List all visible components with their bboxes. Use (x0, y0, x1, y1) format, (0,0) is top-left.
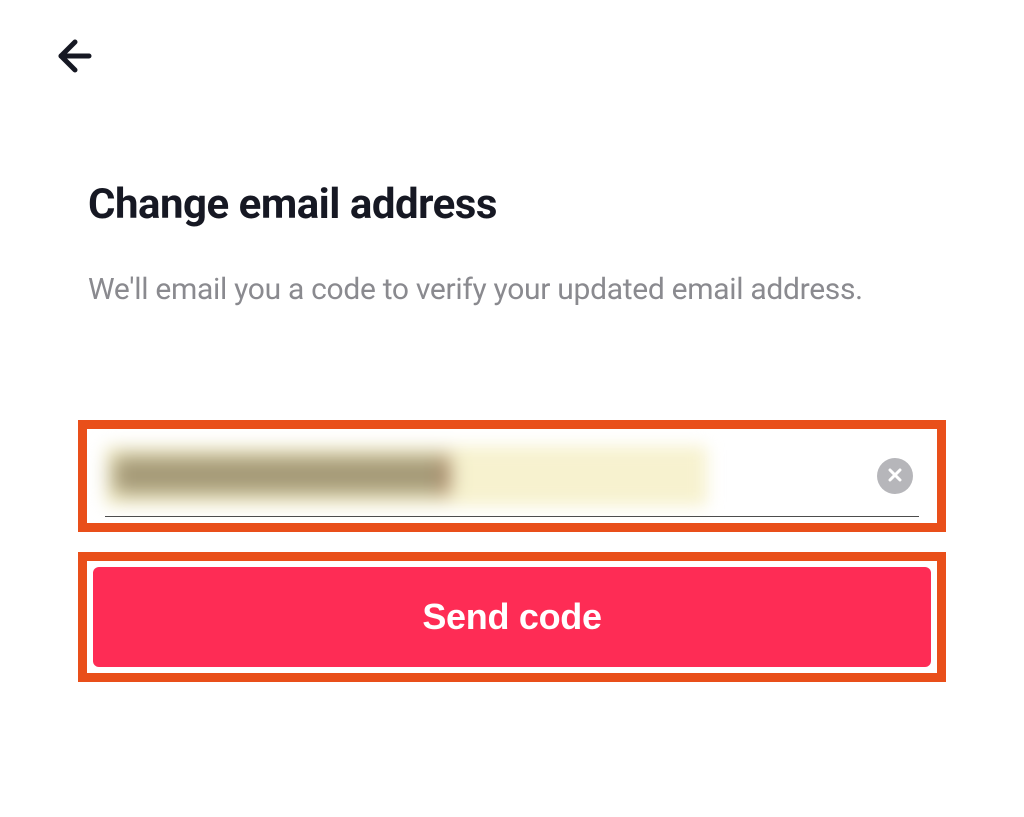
send-button-highlight: Send code (78, 552, 946, 682)
send-code-button[interactable]: Send code (93, 567, 931, 667)
back-button[interactable] (48, 32, 98, 82)
input-underline (105, 516, 919, 517)
send-code-label: Send code (422, 596, 601, 638)
email-input-row (105, 441, 919, 511)
page-subtitle: We'll email you a code to verify your up… (88, 267, 936, 312)
email-input-highlight (78, 420, 946, 532)
text-cursor (442, 458, 445, 494)
content-area: Change email address We'll email you a c… (88, 180, 936, 312)
email-input[interactable] (105, 446, 707, 506)
arrow-left-icon (51, 34, 95, 81)
page-title: Change email address (88, 180, 936, 229)
close-icon (886, 466, 904, 487)
clear-input-button[interactable] (877, 458, 913, 494)
